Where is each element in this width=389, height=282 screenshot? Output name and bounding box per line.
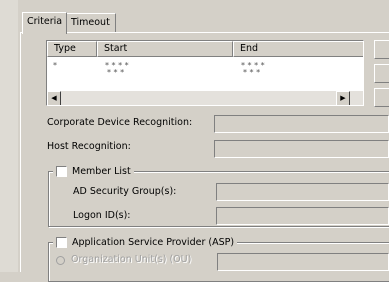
logon-ids-field[interactable] [216,207,389,225]
member-list-checkbox[interactable] [56,165,67,177]
tab-timeout[interactable]: Timeout [66,13,116,32]
column-header-type-label: Type [54,43,76,54]
list-cell-type: * [53,61,57,70]
list-cell-end: * * * [243,68,261,77]
host-recognition-label: Host Recognition: [47,141,131,152]
tab-timeout-label: Timeout [71,17,110,28]
asp-label: Application Service Provider (ASP) [72,236,235,248]
organization-unit-radio[interactable] [56,256,65,265]
arrow-left-icon: ◀ [51,94,57,102]
tab-criteria-label: Criteria [27,16,63,27]
host-recognition-field[interactable] [214,140,389,158]
column-header-type[interactable]: Type [47,41,97,57]
corporate-device-label: Corporate Device Recognition: [47,117,193,128]
asp-checkbox[interactable] [56,236,67,248]
ad-security-groups-label: AD Security Group(s): [73,186,177,197]
organization-unit-label: Organization Unit(s) (OU) [71,254,192,265]
criteria-list[interactable]: Type Start End * * * * * * * * * * * * *… [46,40,364,106]
side-button-remove[interactable] [374,88,389,107]
member-list-label: Member List [72,165,131,177]
organization-unit-field[interactable] [217,253,389,271]
ad-security-groups-field[interactable] [216,183,389,201]
logon-ids-label: Logon ID(s): [73,210,131,221]
list-cell-start: * * * [107,68,125,77]
left-panel-edge [0,0,18,272]
column-header-start[interactable]: Start [97,41,233,57]
column-header-end[interactable]: End [233,41,363,57]
corporate-device-field[interactable] [214,115,389,133]
column-header-start-label: Start [104,43,128,54]
asp-legend: Application Service Provider (ASP) [53,235,238,249]
member-list-legend: Member List [53,164,134,178]
horizontal-scrollbar[interactable]: ◀ ▶ [47,91,363,105]
side-button-edit[interactable] [374,64,389,83]
tab-criteria[interactable]: Criteria [22,12,68,34]
column-header-end-label: End [240,43,259,54]
scroll-left-button[interactable]: ◀ [47,91,61,105]
scroll-right-button[interactable]: ▶ [336,91,350,105]
side-button-add[interactable] [374,40,389,59]
arrow-right-icon: ▶ [340,94,346,102]
